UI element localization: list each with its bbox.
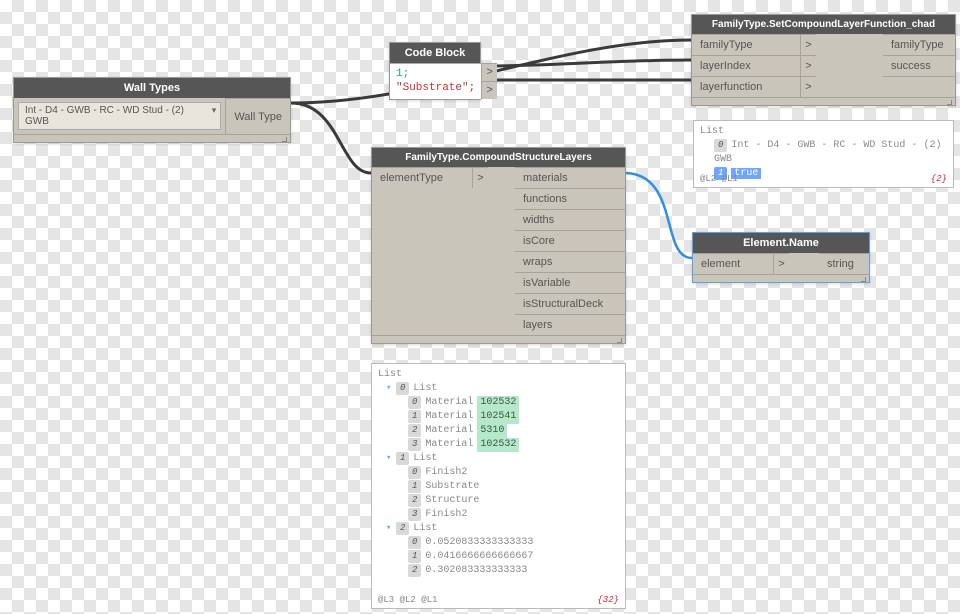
- output-port-familytype[interactable]: familyType: [883, 34, 955, 55]
- list-header: List: [378, 368, 619, 382]
- levels-label: @L2 @L1: [700, 173, 738, 186]
- input-port-layerindex[interactable]: layerIndex: [692, 55, 800, 76]
- output-port-wraps[interactable]: wraps: [515, 251, 625, 272]
- dropdown-value: Int - D4 - GWB - RC - WD Stud - (2) GWB: [25, 105, 202, 127]
- chevron-icon: >: [800, 34, 816, 55]
- list-row: 1Material102541: [408, 410, 619, 424]
- chevron-icon: >: [773, 253, 789, 274]
- list-row: 00.0520833333333333: [408, 536, 619, 550]
- count-label: {32}: [597, 594, 619, 607]
- node-title: Code Block: [390, 43, 480, 63]
- node-title: FamilyType.SetCompoundLayerFunction_chad: [692, 15, 955, 34]
- list-row: 0Int - D4 - GWB - RC - WD Stud - (2) GWB: [714, 139, 947, 167]
- list-row: 1Substrate: [408, 480, 619, 494]
- output-chevron[interactable]: >: [481, 81, 497, 99]
- list-group-header: ▾0List: [386, 382, 619, 396]
- output-port-functions[interactable]: functions: [515, 188, 625, 209]
- node-element-name[interactable]: Element.Name element > string: [692, 232, 870, 283]
- list-row: 3Finish2: [408, 508, 619, 522]
- list-row: 2Structure: [408, 494, 619, 508]
- node-wall-types[interactable]: Wall Types Int - D4 - GWB - RC - WD Stud…: [13, 77, 291, 143]
- list-row: 3Material102532: [408, 438, 619, 452]
- output-port-isvariable[interactable]: isVariable: [515, 272, 625, 293]
- input-port-elementtype[interactable]: elementType: [372, 167, 472, 188]
- list-row: 10.0416666666666667: [408, 550, 619, 564]
- input-port-familytype[interactable]: familyType: [692, 34, 800, 55]
- list-header: List: [700, 125, 947, 139]
- node-set-layer-function[interactable]: FamilyType.SetCompoundLayerFunction_chad…: [691, 14, 956, 106]
- node-title: Element.Name: [693, 233, 869, 253]
- node-compound-layers[interactable]: FamilyType.CompoundStructureLayers eleme…: [371, 147, 626, 344]
- chevron-icon: >: [472, 167, 488, 188]
- output-chevron[interactable]: >: [481, 63, 497, 81]
- code-block-body[interactable]: 1; "Substrate";: [390, 63, 481, 99]
- list-row: 0Finish2: [408, 466, 619, 480]
- list-row: 0Material102532: [408, 396, 619, 410]
- output-port-materials[interactable]: materials: [515, 167, 625, 188]
- output-port-string[interactable]: string: [819, 253, 869, 274]
- input-port-element[interactable]: element: [693, 253, 773, 274]
- output-port-isstructuraldeck[interactable]: isStructuralDeck: [515, 293, 625, 314]
- output-port-iscore[interactable]: isCore: [515, 230, 625, 251]
- list-row: 2Material5310: [408, 424, 619, 438]
- node-title: FamilyType.CompoundStructureLayers: [372, 148, 625, 167]
- chevron-icon: >: [800, 55, 816, 76]
- output-port-wall-type[interactable]: Wall Type: [225, 98, 290, 134]
- output-port-layers[interactable]: layers: [515, 314, 625, 335]
- wall-type-dropdown[interactable]: Int - D4 - GWB - RC - WD Stud - (2) GWB: [18, 102, 221, 130]
- chevron-icon: >: [800, 76, 816, 97]
- list-group-header: ▾2List: [386, 522, 619, 536]
- node-code-block[interactable]: Code Block 1; "Substrate"; > >: [389, 42, 481, 100]
- output-port-widths[interactable]: widths: [515, 209, 625, 230]
- list-row: 20.302083333333333: [408, 564, 619, 578]
- output-port-success[interactable]: success: [883, 55, 955, 76]
- list-group-header: ▾1List: [386, 452, 619, 466]
- count-label: {2}: [931, 173, 947, 186]
- preview-set-layer[interactable]: List 0Int - D4 - GWB - RC - WD Stud - (2…: [693, 120, 954, 188]
- input-port-layerfunction[interactable]: layerfunction: [692, 76, 800, 97]
- levels-label: @L3 @L2 @L1: [378, 594, 437, 607]
- node-title: Wall Types: [14, 78, 290, 98]
- preview-compound-layers[interactable]: List ▾0List0Material1025321Material10254…: [371, 363, 626, 609]
